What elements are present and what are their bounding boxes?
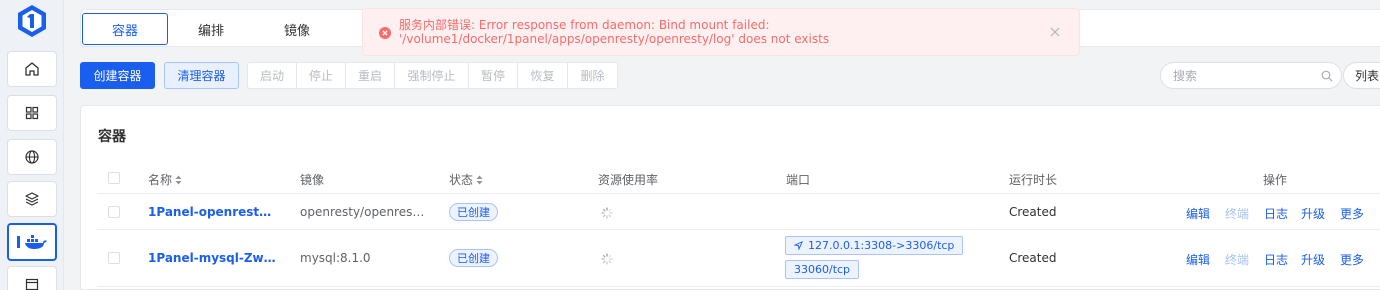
- container-name-link[interactable]: 1Panel-mysql-ZwQg: [148, 251, 276, 265]
- nav-cronjob[interactable]: [7, 266, 57, 290]
- row-checkbox[interactable]: [108, 206, 120, 218]
- status-badge: 已创建: [449, 203, 498, 221]
- grid-icon: [25, 106, 39, 120]
- column-operations: 操作: [1263, 173, 1288, 187]
- column-name[interactable]: 名称: [148, 171, 182, 188]
- search-box: [1160, 62, 1342, 89]
- batch-actions-group: 启动 停止 重启 强制停止 暂停 恢复 删除: [247, 62, 618, 89]
- upgrade-link[interactable]: 升级: [1301, 205, 1325, 222]
- close-icon[interactable]: [1049, 26, 1061, 38]
- column-ports: 端口: [786, 173, 811, 187]
- column-uptime: 运行时长: [1009, 173, 1058, 187]
- port-tag: 33060/tcp: [785, 260, 860, 279]
- column-status-label: 状态: [449, 173, 474, 187]
- uptime-text: Created: [1009, 205, 1057, 219]
- sidebar: [0, 0, 64, 290]
- search-icon[interactable]: [1321, 70, 1333, 82]
- docker-icon: [17, 235, 47, 249]
- list-view-button[interactable]: 列表: [1343, 62, 1380, 89]
- column-image: 镜像: [300, 173, 325, 187]
- loading-spinner-icon: [601, 253, 613, 265]
- edit-link[interactable]: 编辑: [1186, 251, 1210, 268]
- sort-icon: [476, 175, 483, 184]
- terminal-link[interactable]: 终端: [1225, 251, 1249, 268]
- restart-button[interactable]: 重启: [346, 63, 395, 88]
- error-toast: 服务内部错误: Error response from daemon: Bind…: [362, 8, 1080, 56]
- sort-icon: [175, 175, 182, 184]
- app-logo-icon[interactable]: [16, 4, 48, 38]
- container-image: openresty/openresty:...: [300, 205, 426, 219]
- container-image: mysql:8.1.0: [300, 251, 371, 265]
- globe-icon: [25, 150, 39, 164]
- create-container-button[interactable]: 创建容器: [80, 62, 155, 89]
- error-circle-icon: [379, 27, 391, 39]
- nav-home[interactable]: [7, 51, 57, 87]
- port-tag-link[interactable]: 127.0.0.1:3308->3306/tcp: [785, 236, 964, 255]
- pause-button[interactable]: 暂停: [469, 63, 518, 88]
- container-name-link[interactable]: 1Panel-openresty-k8...: [148, 205, 276, 219]
- nav-apps[interactable]: [7, 95, 57, 131]
- port-mapping-text: 127.0.0.1:3308->3306/tcp: [808, 239, 955, 252]
- error-message: 服务内部错误: Error response from daemon: Bind…: [399, 18, 830, 46]
- column-name-label: 名称: [148, 173, 173, 187]
- table-header: 名称 镜像 状态 资源使用率 端口 运行时长 操作: [97, 161, 1380, 194]
- tab-containers[interactable]: 容器: [82, 13, 168, 45]
- terminal-link[interactable]: 终端: [1225, 205, 1249, 222]
- column-resource: 资源使用率: [598, 173, 659, 187]
- logs-link[interactable]: 日志: [1264, 205, 1288, 222]
- more-link[interactable]: 更多: [1340, 205, 1364, 222]
- search-input[interactable]: [1173, 63, 1313, 88]
- card-title: 容器: [98, 129, 126, 145]
- more-link[interactable]: 更多: [1340, 251, 1364, 268]
- nav-containers[interactable]: [7, 223, 57, 261]
- column-status[interactable]: 状态: [449, 171, 483, 188]
- delete-button[interactable]: 删除: [568, 63, 617, 88]
- containers-card: 容器 名称 镜像 状态 资源使用率 端口 运行时长 操作 1Panel-open…: [80, 105, 1380, 290]
- start-button[interactable]: 启动: [248, 63, 297, 88]
- home-icon: [25, 62, 39, 76]
- edit-link[interactable]: 编辑: [1186, 205, 1210, 222]
- nav-websites[interactable]: [7, 139, 57, 175]
- status-badge: 已创建: [449, 249, 498, 267]
- layers-icon: [25, 192, 39, 206]
- resume-button[interactable]: 恢复: [518, 63, 568, 88]
- table-row: 1Panel-mysql-ZwQg mysql:8.1.0 已创建 127.0.…: [97, 230, 1380, 287]
- select-all-checkbox[interactable]: [108, 172, 120, 184]
- tab-compose[interactable]: 编排: [168, 13, 254, 45]
- row-checkbox[interactable]: [108, 252, 120, 264]
- navigate-arrow-icon: [794, 241, 803, 250]
- calendar-icon: [25, 278, 39, 290]
- upgrade-link[interactable]: 升级: [1301, 251, 1325, 268]
- loading-spinner-icon: [601, 207, 613, 219]
- table-row: 1Panel-openresty-k8... openresty/openres…: [97, 195, 1380, 230]
- force-stop-button[interactable]: 强制停止: [395, 63, 469, 88]
- nav-database[interactable]: [7, 181, 57, 217]
- stop-button[interactable]: 停止: [297, 63, 346, 88]
- tab-images[interactable]: 镜像: [254, 13, 340, 45]
- uptime-text: Created: [1009, 251, 1057, 265]
- clean-containers-button[interactable]: 清理容器: [164, 62, 239, 89]
- logs-link[interactable]: 日志: [1264, 251, 1288, 268]
